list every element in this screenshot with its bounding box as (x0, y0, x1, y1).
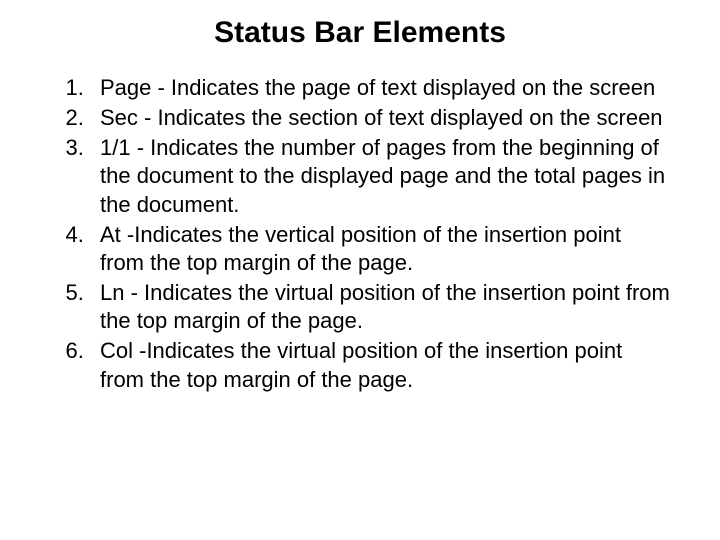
list-item: 1/1 - Indicates the number of pages from… (90, 134, 670, 218)
slide: Status Bar Elements Page - Indicates the… (0, 0, 720, 540)
list-item: At -Indicates the vertical position of t… (90, 221, 670, 277)
list-item: Sec - Indicates the section of text disp… (90, 104, 670, 132)
list-item: Col -Indicates the virtual position of t… (90, 337, 670, 393)
numbered-list: Page - Indicates the page of text displa… (40, 74, 680, 394)
list-item: Ln - Indicates the virtual position of t… (90, 279, 670, 335)
list-item: Page - Indicates the page of text displa… (90, 74, 670, 102)
slide-title: Status Bar Elements (40, 16, 680, 50)
